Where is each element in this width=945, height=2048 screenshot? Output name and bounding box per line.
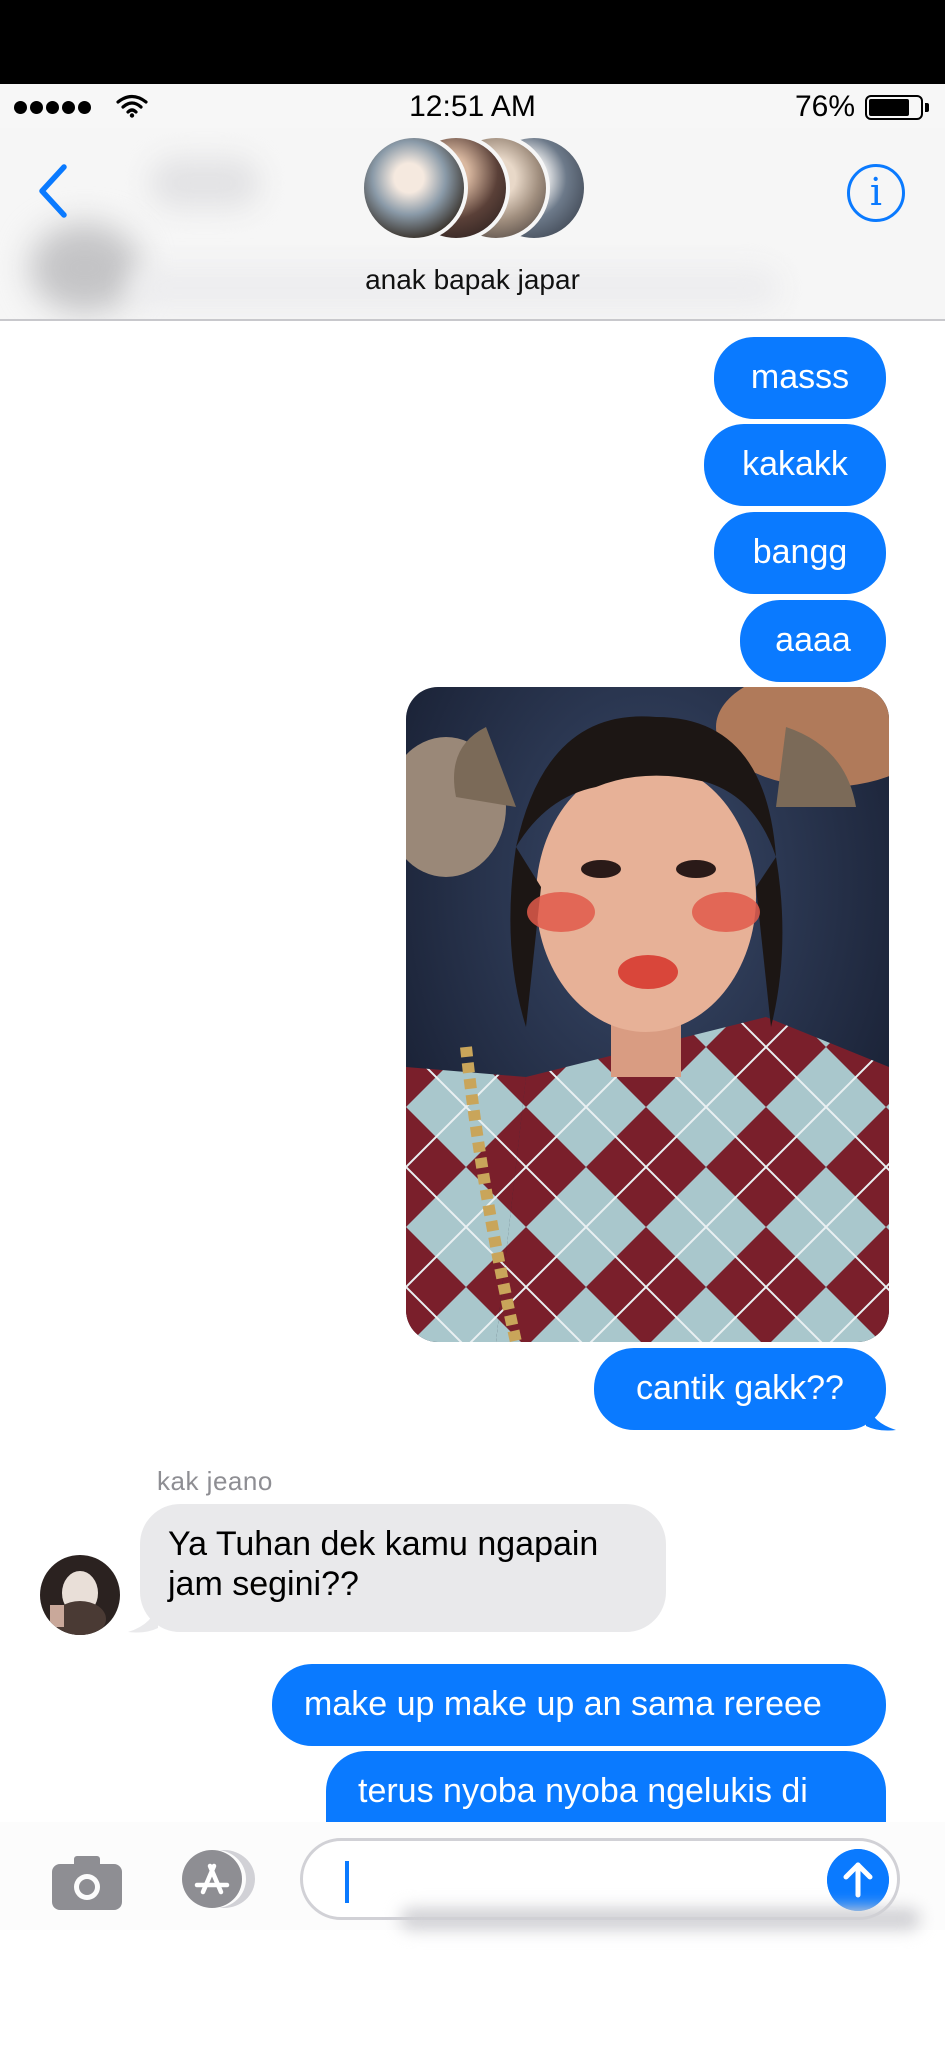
- incoming-message[interactable]: Ya Tuhan dek kamu ngapain jam segini??: [140, 1504, 666, 1632]
- app-store-icon[interactable]: [172, 1848, 256, 1910]
- text-cursor: [345, 1861, 349, 1903]
- bubble-tail: [866, 1400, 896, 1431]
- composer-shadow: [400, 1908, 920, 1930]
- outgoing-message[interactable]: cantik gakk??: [594, 1348, 886, 1430]
- outgoing-message[interactable]: aaaa: [740, 600, 886, 682]
- conversation-header: anak bapak japar i: [0, 128, 945, 321]
- bubble-tail: [128, 1602, 158, 1633]
- chevron-left-icon[interactable]: [34, 161, 74, 221]
- arrow-up-icon[interactable]: [827, 1849, 889, 1911]
- outgoing-message[interactable]: make up make up an sama rereee: [272, 1664, 886, 1746]
- camera-icon[interactable]: [50, 1852, 124, 1912]
- battery-percentage: 76%: [794, 90, 855, 123]
- top-black-bar: [0, 0, 945, 84]
- outgoing-message[interactable]: masss: [714, 337, 886, 419]
- outgoing-message[interactable]: bangg: [714, 512, 886, 594]
- sender-name: kak jeano: [157, 1466, 273, 1496]
- battery-icon: [865, 95, 929, 120]
- group-avatar-stack[interactable]: [360, 134, 600, 244]
- info-icon[interactable]: i: [847, 164, 905, 222]
- sender-avatar[interactable]: [40, 1555, 120, 1635]
- sender-avatar-image: [40, 1555, 120, 1635]
- sent-photo[interactable]: [406, 687, 889, 1342]
- status-bar: 12:51 AM 76%: [0, 84, 945, 128]
- outgoing-message[interactable]: kakakk: [704, 424, 886, 506]
- group-name[interactable]: anak bapak japar: [0, 264, 945, 296]
- group-member-avatar: [360, 134, 468, 242]
- selfie-photo-image: [406, 687, 889, 1342]
